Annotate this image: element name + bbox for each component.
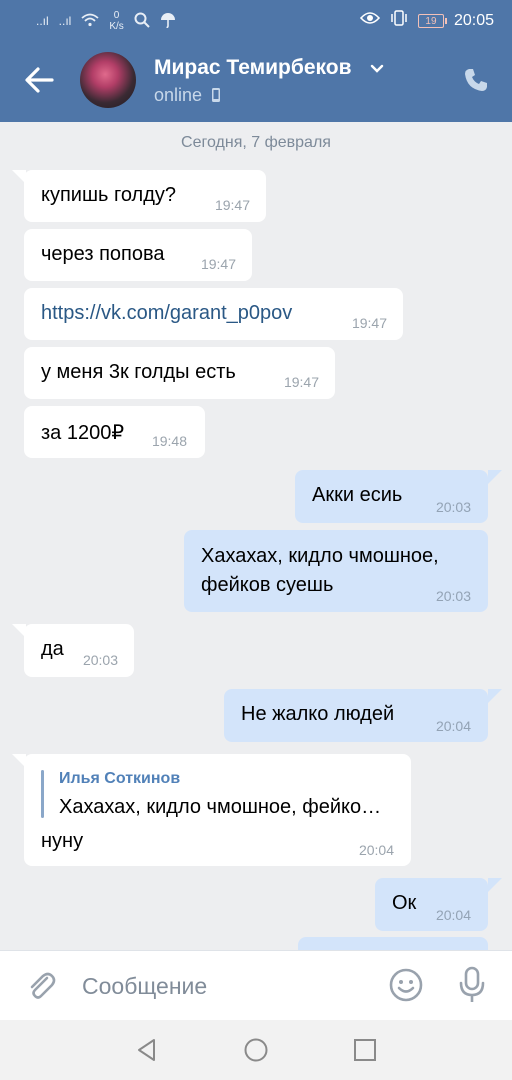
message-bubble[interactable]: купишь голду? 19:47 (24, 170, 266, 222)
bubble-tail (488, 689, 502, 703)
message-bubble-outgoing[interactable]: Не жалко людей 20:04 (224, 689, 488, 742)
message-time: 19:47 (283, 374, 319, 390)
message-link[interactable]: https://vk.com/garant_p0pov (41, 302, 292, 324)
message-bubble[interactable]: https://vk.com/garant_p0pov 19:47 (24, 288, 403, 340)
quote-bar (41, 770, 44, 818)
message-text: Акки есиь (312, 484, 403, 506)
message-input[interactable]: Сообщение (82, 973, 207, 1000)
message-text-line2: фейков суешь (201, 574, 334, 596)
reply-quote[interactable]: Хахахах, кидло чмошное, фейко… (59, 796, 381, 819)
message-text: у меня 3к голды есть (41, 361, 236, 383)
nav-home-icon[interactable] (243, 1037, 269, 1063)
nav-back-icon[interactable] (134, 1037, 160, 1063)
message-bubble-outgoing[interactable]: Акки есиь 20:03 (295, 470, 488, 523)
reply-message-bubble[interactable]: Илья Соткинов Хахахах, кидло чмошное, фе… (24, 754, 411, 866)
message-bubble[interactable]: через попова 19:47 (24, 229, 252, 281)
attach-paperclip-icon[interactable] (24, 969, 58, 1003)
bubble-tail (488, 470, 502, 484)
message-time: 20:04 (435, 907, 471, 923)
reply-author[interactable]: Илья Соткинов (59, 770, 180, 788)
bubble-tail (488, 878, 502, 892)
message-time: 19:48 (151, 433, 187, 449)
emoji-smile-icon[interactable] (388, 967, 424, 1003)
message-time: 20:03 (435, 588, 471, 604)
message-text: Ок (392, 892, 417, 914)
message-text-line1: Хахахах, кидло чмошное, (201, 545, 439, 567)
message-time: 20:04 (358, 842, 394, 858)
message-bubble[interactable]: за 1200₽ 19:48 (24, 406, 205, 458)
message-text: за 1200₽ (41, 422, 125, 444)
message-time: 19:47 (200, 256, 236, 272)
message-time: 19:47 (214, 197, 250, 213)
date-separator: Сегодня, 7 февраля (181, 134, 331, 151)
message-bubble-outgoing[interactable]: Ок 20:04 (375, 878, 488, 931)
message-time: 19:47 (351, 315, 387, 331)
message-composer: Сообщение (0, 950, 512, 1021)
message-bubble-outgoing[interactable]: Хахахах, кидло чмошное, фейков суешь 20:… (184, 530, 488, 612)
message-text: купишь голду? (41, 184, 176, 206)
message-time: 20:03 (435, 499, 471, 515)
message-list[interactable]: Сегодня, 7 февраля купишь голду? 19:47 ч… (0, 0, 512, 967)
message-text: да (41, 638, 64, 660)
message-bubble[interactable]: да 20:03 (24, 624, 134, 677)
message-time: 20:04 (435, 718, 471, 734)
message-text: Не жалко людей (241, 703, 395, 725)
message-text: через попова (41, 243, 165, 265)
microphone-icon[interactable] (456, 965, 488, 1005)
message-text: нуну (41, 830, 84, 852)
nav-recents-icon[interactable] (352, 1037, 378, 1063)
system-nav-bar (0, 1020, 512, 1080)
message-time: 20:03 (82, 652, 118, 668)
message-bubble[interactable]: у меня 3к голды есть 19:47 (24, 347, 335, 399)
